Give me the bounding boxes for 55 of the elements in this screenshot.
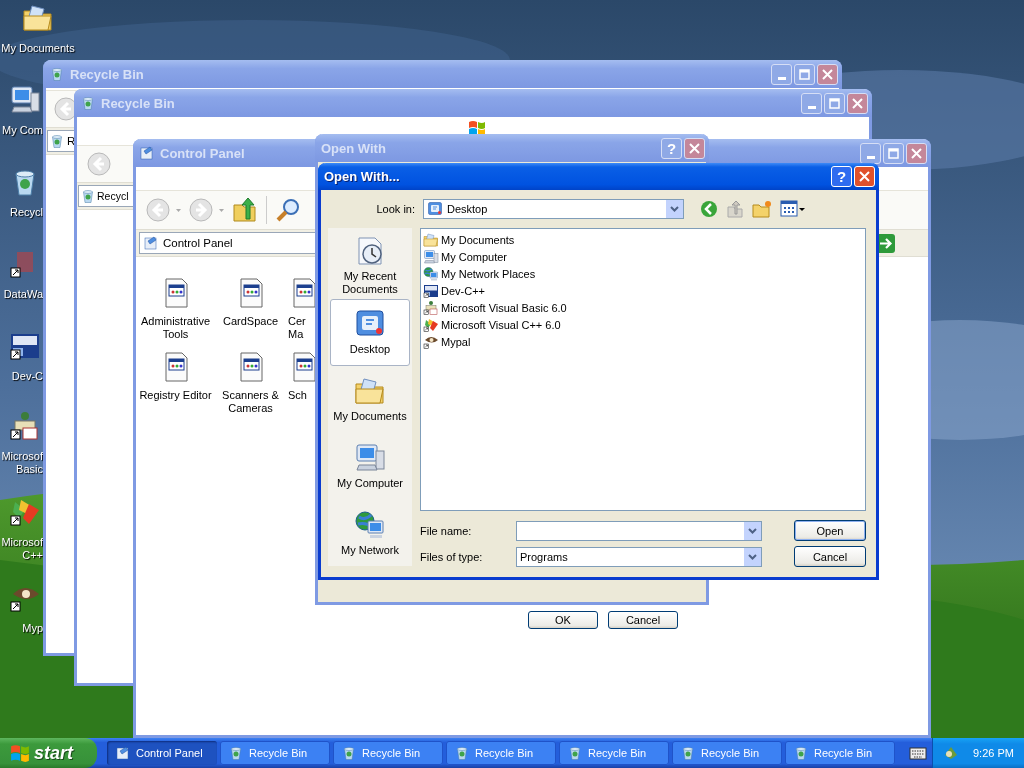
places-item[interactable]: My Documents: [330, 365, 410, 433]
desktop-icon-label[interactable]: My Documents: [1, 42, 75, 55]
file-item[interactable]: My Network Places: [441, 267, 536, 280]
clock: 9:26 PM: [973, 747, 1014, 759]
applet-label[interactable]: CardSpace: [222, 315, 278, 328]
file-item[interactable]: My Documents: [441, 233, 515, 246]
applet-label[interactable]: Cer Ma: [288, 315, 312, 341]
help-button[interactable]: ?: [831, 166, 852, 187]
address-text: R: [67, 135, 75, 147]
taskbar-button[interactable]: Control Panel: [107, 741, 217, 765]
file-type-dropdown[interactable]: Programs: [516, 546, 762, 567]
applet-label[interactable]: Registry Editor: [139, 389, 212, 402]
taskbar-button[interactable]: Recycle Bin: [785, 741, 895, 765]
window-title: Open With: [321, 140, 386, 156]
taskbar-button[interactable]: Recycle Bin: [333, 741, 443, 765]
file-item[interactable]: My Computer: [441, 250, 508, 263]
dialog-button[interactable]: Cancel: [608, 611, 678, 629]
places-item[interactable]: My Recent Documents: [330, 232, 410, 299]
address-text: Control Panel: [163, 237, 233, 249]
dialog-button[interactable]: OK: [528, 611, 598, 629]
look-in-dropdown[interactable]: Desktop: [423, 199, 684, 219]
cancel-button[interactable]: Cancel: [794, 546, 866, 567]
file-item[interactable]: Dev-C++: [441, 284, 486, 297]
taskbar-button[interactable]: Recycle Bin: [559, 741, 669, 765]
desktop-icon-label[interactable]: Microsof C++: [0, 536, 43, 562]
desktop-icon-label[interactable]: Dev-C: [11, 370, 43, 383]
desktop-icon-label[interactable]: Myp: [22, 622, 43, 635]
places-item[interactable]: Desktop: [330, 298, 410, 366]
address-field[interactable]: Recycl: [78, 185, 135, 207]
window-title: Recycle Bin: [101, 95, 175, 111]
file-name-label: File name:: [420, 524, 473, 537]
file-item[interactable]: Mypal: [441, 335, 471, 348]
file-type-label: Files of type:: [420, 550, 484, 563]
open-button[interactable]: Open: [794, 520, 866, 541]
window-title: Control Panel: [160, 145, 245, 161]
start-button[interactable]: start: [0, 738, 97, 768]
address-text: Recycl: [97, 190, 129, 202]
applet-label[interactable]: Sch: [288, 389, 307, 402]
applet-label[interactable]: Administrative Tools: [138, 315, 213, 341]
places-item[interactable]: My Computer: [330, 432, 410, 500]
window-title: Open With...: [324, 169, 400, 184]
file-item[interactable]: Microsoft Visual Basic 6.0: [441, 301, 567, 314]
address-field[interactable]: R: [47, 130, 76, 152]
places-item[interactable]: My Network: [330, 499, 410, 566]
desktop-icon-label[interactable]: My Com: [2, 124, 43, 137]
applet-label[interactable]: Scanners & Cameras: [213, 389, 288, 415]
taskbar-button[interactable]: Recycle Bin: [446, 741, 556, 765]
window-title: Recycle Bin: [70, 66, 144, 82]
desktop-icon-label[interactable]: DataWa: [3, 288, 43, 301]
taskbar-button[interactable]: Recycle Bin: [672, 741, 782, 765]
desktop-icon-label[interactable]: Microsof Basic: [0, 450, 43, 476]
desktop-icon-label[interactable]: Recycl: [10, 206, 43, 219]
taskbar-button[interactable]: Recycle Bin: [220, 741, 330, 765]
file-item[interactable]: Microsoft Visual C++ 6.0: [441, 318, 561, 331]
look-in-label: Look in:: [375, 203, 415, 215]
